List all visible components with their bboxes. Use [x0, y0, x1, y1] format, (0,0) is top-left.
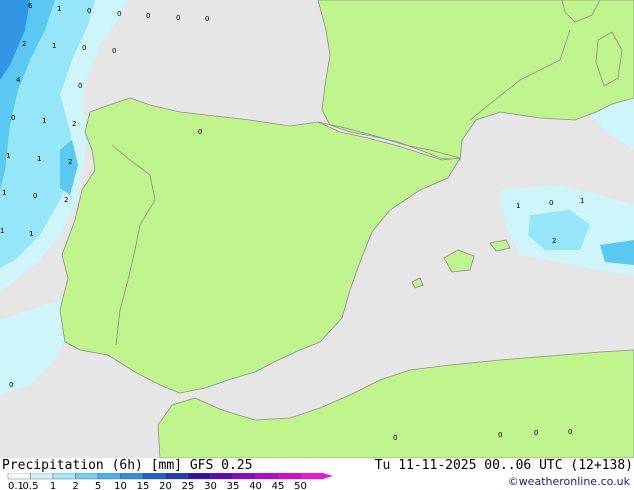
precip-label: 1: [29, 230, 33, 238]
precip-label: 2: [68, 158, 72, 166]
site-credit-link[interactable]: ©weatheronline.co.uk: [508, 475, 630, 489]
precip-label: 1: [57, 5, 61, 13]
precipitation-map: 6 1 0 0 0 0 0 2 1 0 0 4 0 0 1 2 1 1 2 1 …: [0, 0, 634, 458]
legend-color-boxes: [7, 473, 333, 480]
legend-color-box: [165, 473, 189, 480]
product-title: Precipitation (6h) [mm] GFS 0.25: [2, 458, 253, 473]
legend-tick-label: 30: [204, 481, 217, 490]
precip-label: 1: [516, 202, 520, 210]
legend-tick-label: 25: [182, 481, 195, 490]
precip-label: 0: [78, 82, 82, 90]
precip-label: 0: [198, 128, 202, 136]
legend-color-box: [232, 473, 256, 480]
precip-label: 2: [552, 237, 556, 245]
precip-label: 0: [11, 114, 15, 122]
precip-label: 0: [117, 10, 121, 18]
color-scale-legend: 0.10.5 1 2 5 10 15 20 25 30 35 40 45 50: [7, 473, 333, 490]
precip-label: 0: [112, 47, 116, 55]
precip-label: 0: [568, 428, 572, 436]
precip-label: 6: [28, 2, 33, 10]
legend-tick-label: 45: [272, 481, 285, 490]
precip-label: 1: [0, 227, 4, 235]
legend-tick-label: 2: [72, 481, 78, 490]
legend-color-box: [75, 473, 99, 480]
legend-tick-label: 0.5: [23, 481, 39, 490]
legend-tick-label: 5: [95, 481, 101, 490]
legend-color-box: [187, 473, 211, 480]
legend-tick-label: 10: [114, 481, 127, 490]
precip-label: 0: [87, 7, 91, 15]
legend-tick-label: 35: [227, 481, 240, 490]
precip-label: 1: [2, 189, 6, 197]
legend-color-box: [52, 473, 76, 480]
precip-label: 1: [580, 197, 584, 205]
precip-label: 2: [64, 196, 68, 204]
precip-label: 0: [176, 14, 180, 22]
precip-label: 4: [16, 76, 21, 84]
precip-label: 1: [52, 42, 56, 50]
legend-color-box: [30, 473, 54, 480]
precip-label: 0: [534, 429, 538, 437]
legend-color-box: [277, 473, 301, 480]
precip-label: 0: [549, 199, 553, 207]
precip-label: 0: [498, 431, 502, 439]
precip-label: 0: [205, 15, 209, 23]
legend-color-box: [120, 473, 144, 480]
precip-label: 1: [42, 117, 46, 125]
legend-tick-labels: 0.10.5 1 2 5 10 15 20 25 30 35 40 45 50: [8, 481, 307, 490]
legend-color-box: [255, 473, 279, 480]
precip-label: 0: [33, 192, 37, 200]
legend-color-box: [7, 473, 31, 480]
legend-overflow-arrow: [323, 473, 333, 479]
precip-label: 2: [22, 40, 26, 48]
precip-label: 0: [393, 434, 397, 442]
legend-color-box: [97, 473, 121, 480]
legend-color-box: [210, 473, 234, 480]
precip-label: 0: [82, 44, 86, 52]
legend-color-box: [300, 473, 324, 480]
legend-tick-label: 15: [137, 481, 150, 490]
legend-color-box: [142, 473, 166, 480]
legend-tick-label: 0.1: [8, 481, 24, 490]
legend-tick-label: 40: [249, 481, 262, 490]
legend-tick-label: 20: [159, 481, 172, 490]
precip-label: 0: [9, 381, 13, 389]
precip-label: 1: [6, 152, 10, 160]
precip-label: 0: [146, 12, 150, 20]
valid-time: Tu 11-11-2025 00..06 UTC (12+138): [374, 458, 633, 473]
precip-label: 2: [72, 120, 76, 128]
precip-label: 1: [37, 155, 41, 163]
legend-tick-label: 50: [294, 481, 307, 490]
legend-tick-label: 1: [50, 481, 56, 490]
